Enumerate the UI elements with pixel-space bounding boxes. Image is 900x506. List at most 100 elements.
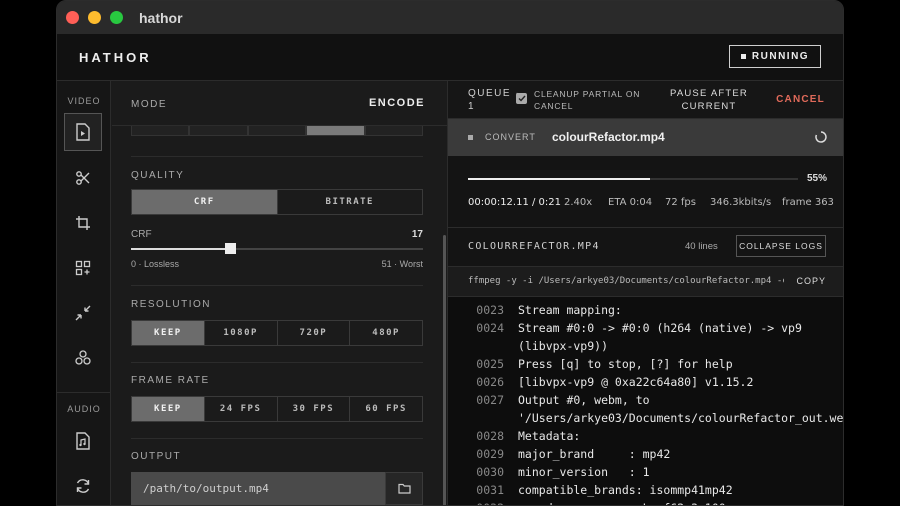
job-type: CONVERT	[485, 132, 536, 142]
job-eta: ETA 0:04	[608, 197, 653, 208]
log-line-number: 0030	[476, 465, 504, 479]
resolution-label: RESOLUTION	[131, 299, 212, 310]
refresh-icon	[76, 479, 90, 493]
container-format-selector-partial[interactable]	[131, 126, 423, 138]
queue-label: QUEUE · 1	[468, 88, 521, 112]
job-fps: 72 fps	[665, 197, 696, 208]
sidebar-item-audio[interactable]	[64, 422, 102, 460]
log-line-text: [libvpx-vp9 @ 0xa22c64a80] v1.15.2	[518, 375, 754, 389]
mode-value[interactable]: ENCODE	[369, 97, 425, 109]
log-line: 0029 major_brand : mp42	[448, 445, 843, 463]
sidebar-item-trim[interactable]	[64, 159, 102, 197]
copy-command-button[interactable]: COPY	[796, 276, 826, 286]
stop-square-icon	[740, 54, 746, 59]
log-line-text: compatible_brands: isommp41mp42	[518, 483, 733, 497]
sidebar-item-crop[interactable]	[64, 204, 102, 242]
browse-folder-button[interactable]	[385, 472, 423, 505]
log-line-text: major_brand : mp42	[518, 447, 671, 461]
running-status-button[interactable]: RUNNING	[729, 45, 821, 68]
job-status-square-icon	[468, 135, 473, 140]
divider	[131, 362, 423, 363]
log-line: 0031 compatible_brands: isommp41mp42	[448, 481, 843, 499]
crf-min-label: 0 · Lossless	[131, 259, 180, 269]
log-line-number: 0031	[476, 483, 504, 497]
quality-label: QUALITY	[131, 170, 185, 181]
resolution-option-720p[interactable]: 720P	[278, 321, 351, 345]
log-line-text: Stream mapping:	[518, 303, 622, 317]
mode-row[interactable]: MODE ENCODE	[112, 81, 447, 126]
job-bitrate: 346.3kbits/s	[710, 197, 772, 208]
frame-rate-option-24-fps[interactable]: 24 FPS	[205, 397, 278, 421]
job-frame: frame 363	[782, 197, 834, 208]
spinner-icon	[815, 131, 827, 143]
sidebar-item-compress[interactable]	[64, 294, 102, 332]
title-bar: hathor	[57, 1, 843, 34]
log-line-text: Stream #0:0 -> #0:0 (h264 (native) -> vp…	[518, 321, 809, 353]
resolution-option-1080p[interactable]: 1080P	[205, 321, 278, 345]
output-path-row: /path/to/output.mp4	[131, 472, 423, 505]
frame-rate-option-60-fps[interactable]: 60 FPS	[350, 397, 422, 421]
grid-arrange-icon	[75, 260, 91, 276]
log-line: 0024 Stream #0:0 -> #0:0 (h264 (native) -…	[448, 319, 843, 355]
job-progress-percent: 55%	[806, 173, 827, 184]
crf-slider-handle[interactable]	[224, 243, 236, 254]
log-line: 0030 minor_version : 1	[448, 463, 843, 481]
frame-rate-selector: KEEP 24 FPS 30 FPS 60 FPS	[131, 396, 423, 422]
output-path-input[interactable]: /path/to/output.mp4	[131, 472, 385, 505]
resolution-option-480p[interactable]: 480P	[350, 321, 422, 345]
sidebar-item-convert[interactable]	[64, 113, 102, 151]
sidebar-item-refresh[interactable]	[64, 467, 102, 505]
close-window-button[interactable]	[66, 11, 79, 24]
log-line-number: 0029	[476, 447, 504, 461]
cancel-button[interactable]: CANCEL	[776, 94, 825, 105]
divider	[131, 285, 423, 286]
quality-option-bitrate[interactable]: BITRATE	[278, 190, 423, 214]
log-line-text: minor_version : 1	[518, 465, 650, 479]
job-time: 00:00:12.11 / 0:21	[468, 197, 561, 208]
collapse-logs-button[interactable]: COLLAPSE LOGS	[736, 235, 826, 257]
minimize-window-button[interactable]	[88, 11, 101, 24]
cleanup-checkbox[interactable]	[516, 93, 527, 104]
audio-file-icon	[76, 432, 90, 450]
sidebar-divider	[57, 392, 111, 393]
divider	[131, 156, 423, 157]
crf-slider[interactable]	[131, 243, 423, 254]
pause-after-current-button[interactable]: PAUSE AFTER CURRENT	[670, 87, 748, 113]
log-line-text: Output #0, webm, to '/Users/arkye03/Docu…	[518, 393, 844, 425]
frame-rate-label: FRAME RATE	[131, 375, 210, 386]
sidebar-item-arrange[interactable]	[64, 249, 102, 287]
job-progress-bar	[468, 178, 798, 180]
output-label: OUTPUT	[131, 451, 182, 462]
app-window: hathor HATHOR RUNNING VIDEO AUDIO MODE E…	[56, 0, 844, 506]
command-row: ffmpeg -y -i /Users/arkye03/Documents/co…	[448, 267, 843, 297]
quality-selector: CRF BITRATE	[131, 189, 423, 215]
zoom-window-button[interactable]	[110, 11, 123, 24]
settings-scrollbar[interactable]	[443, 235, 446, 505]
log-line: 0028 Metadata:	[448, 427, 843, 445]
logs-line-count: 40 lines	[685, 241, 718, 252]
log-line: 0026 [libvpx-vp9 @ 0xa22c64a80] v1.15.2	[448, 373, 843, 391]
log-line-number: 0032	[448, 499, 518, 505]
frame-rate-option-30-fps[interactable]: 30 FPS	[278, 397, 351, 421]
quality-option-crf[interactable]: CRF	[132, 190, 278, 214]
frame-rate-option-keep[interactable]: KEEP	[132, 397, 205, 421]
log-output[interactable]: 0023 Stream mapping: 0024 Stream #0:0 -> #0…	[448, 297, 844, 505]
app-brand: HATHOR	[79, 50, 152, 65]
job-row[interactable]: CONVERT colourRefactor.mp4	[448, 119, 843, 156]
log-line-number: 0026	[476, 375, 504, 389]
divider	[131, 438, 423, 439]
settings-panel: MODE ENCODE QUALITY CRF BITRATE CRF 17 0 …	[112, 81, 447, 505]
resolution-option-keep[interactable]: KEEP	[132, 321, 205, 345]
sidebar-video-label: VIDEO	[67, 96, 101, 106]
log-line: 0027 Output #0, webm, to '/Users/arkye03/…	[448, 391, 844, 427]
logs-title: COLOURREFACTOR.MP4	[468, 241, 600, 252]
job-progress-fill	[468, 178, 650, 180]
log-line-number: 0025	[476, 357, 504, 371]
log-line-text: Press [q] to stop, [?] for help	[518, 357, 733, 371]
sidebar-item-effects[interactable]	[64, 339, 102, 377]
crf-max-label: 51 · Worst	[381, 259, 423, 269]
cleanup-partial-label: CLEANUP PARTIAL ON CANCEL	[534, 89, 641, 111]
job-file-name: colourRefactor.mp4	[552, 130, 665, 144]
ffmpeg-command: ffmpeg -y -i /Users/arkye03/Documents/co…	[468, 276, 784, 286]
crop-icon	[76, 216, 90, 230]
